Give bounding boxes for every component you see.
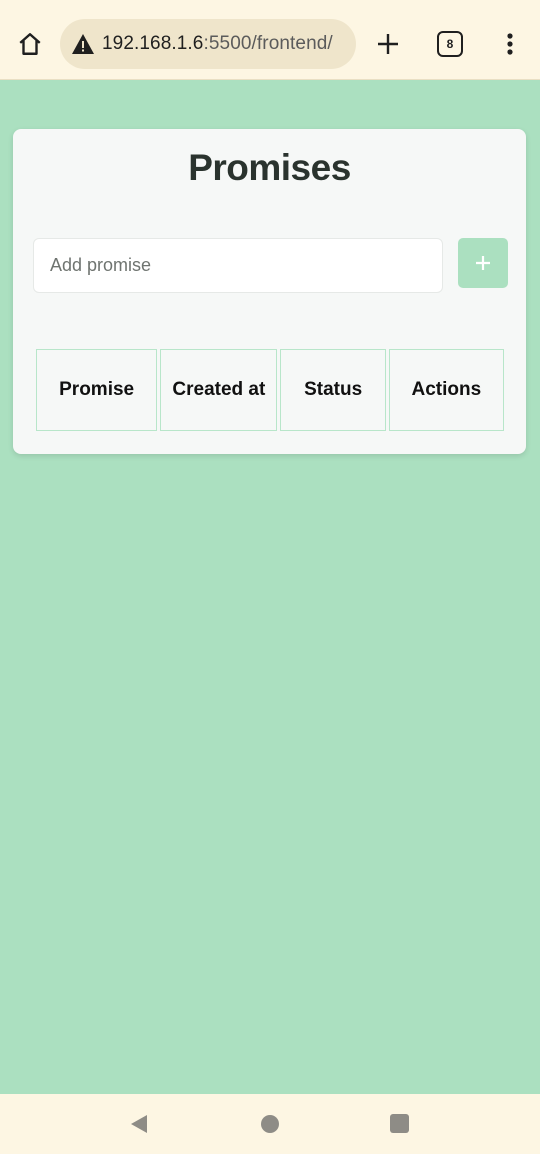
header-status: Status — [280, 349, 386, 431]
table-header-row: Promise Created at Status Actions — [36, 349, 504, 431]
back-icon[interactable] — [128, 1113, 150, 1135]
new-tab-button[interactable] — [372, 28, 404, 60]
more-vert-icon — [507, 33, 513, 55]
plus-icon — [476, 256, 490, 270]
tab-switcher-button[interactable]: 8 — [437, 31, 463, 57]
add-promise-input[interactable] — [33, 238, 443, 293]
tab-count: 8 — [446, 37, 454, 51]
url-text: 192.168.1.6:5500/frontend/ — [102, 33, 333, 55]
address-bar[interactable]: 192.168.1.6:5500/frontend/ — [60, 19, 356, 69]
url-host: 192.168.1.6 — [102, 33, 204, 54]
plus-icon — [378, 34, 398, 54]
browser-menu-button[interactable] — [498, 28, 522, 60]
home-button[interactable] — [14, 28, 46, 60]
browser-toolbar: 192.168.1.6:5500/frontend/ 8 — [0, 0, 540, 80]
recents-icon[interactable] — [390, 1114, 409, 1133]
home-icon — [19, 33, 41, 55]
url-path: :5500/frontend/ — [203, 33, 333, 54]
header-promise: Promise — [36, 349, 158, 431]
warning-icon[interactable] — [70, 31, 96, 57]
system-nav-bar — [0, 1094, 540, 1154]
promises-table: Promise Created at Status Actions — [33, 349, 507, 431]
home-circle-icon[interactable] — [261, 1115, 279, 1133]
header-created-at: Created at — [160, 349, 278, 431]
page-title: Promises — [188, 147, 351, 188]
add-promise-button[interactable] — [458, 238, 508, 288]
header-actions: Actions — [388, 349, 504, 431]
promises-card: Promises Promise Created at Status Actio… — [13, 129, 526, 454]
